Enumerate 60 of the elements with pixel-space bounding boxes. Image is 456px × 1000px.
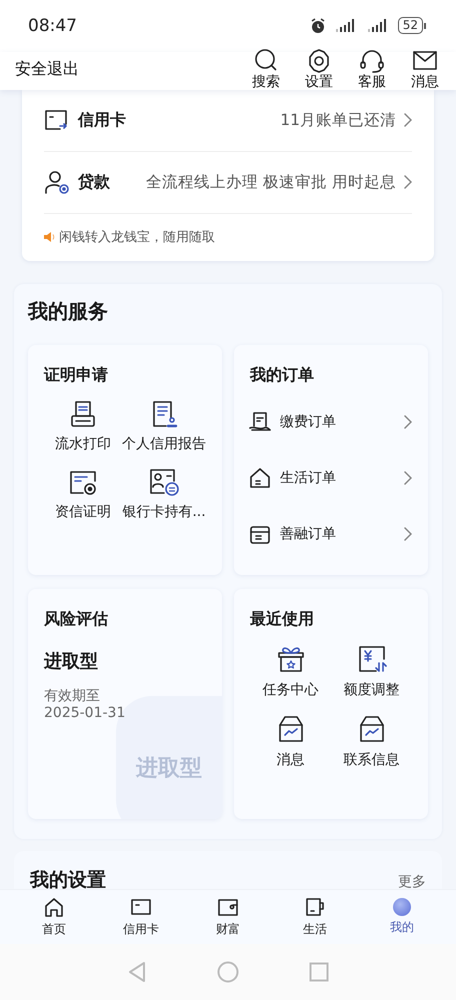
clock-time: 08:47	[28, 16, 77, 36]
chevron-icon	[404, 526, 412, 541]
back-icon[interactable]	[127, 961, 147, 984]
shortcut-button[interactable]: 个人信用报告	[122, 398, 206, 453]
card-title: 证明申请	[44, 364, 109, 386]
chevron-icon	[404, 175, 412, 190]
tip-text: 闲钱转入龙钱宝，随用随取	[59, 229, 215, 246]
header-action-button[interactable]: 设置	[296, 48, 342, 91]
row-title: 信用卡	[78, 110, 126, 131]
row-detail: 全流程线上办理 极速审批 用时起息	[145, 172, 396, 193]
shortcut-button[interactable]: 银行卡持有...	[122, 466, 206, 521]
header-action-button[interactable]: 客服	[349, 48, 395, 91]
order-row[interactable]: 缴费订单	[248, 394, 412, 450]
receipt-icon	[248, 410, 272, 434]
validity-date: 2025-01-31	[44, 704, 126, 721]
tab-button[interactable]: 信用卡	[111, 890, 171, 944]
order-row[interactable]: 善融订单	[248, 506, 412, 562]
badge-text: 进取型	[136, 754, 202, 783]
tab-button[interactable]: 财富	[198, 890, 258, 944]
chevron-icon	[404, 113, 412, 128]
more-link[interactable]: 更多	[398, 870, 426, 889]
avatar-icon	[393, 898, 411, 916]
settings-icon	[306, 48, 332, 74]
chevron-icon	[404, 470, 412, 485]
header-action-button[interactable]: 搜索	[243, 48, 289, 91]
shortcut-button[interactable]: 联系信息	[331, 712, 412, 769]
row-title: 贷款	[78, 172, 110, 193]
card-title: 最近使用	[250, 608, 315, 630]
section-title: 我的服务	[28, 298, 109, 325]
shortcut-button[interactable]: 资信证明	[44, 466, 122, 521]
printer-icon	[68, 398, 98, 429]
tab-button[interactable]: 首页	[24, 890, 84, 944]
tab-button[interactable]: 我的	[372, 890, 432, 944]
chevron-icon	[404, 414, 412, 429]
order-row[interactable]: 生活订单	[248, 450, 412, 506]
logout-link[interactable]: 安全退出	[15, 58, 79, 80]
shortcut-button[interactable]: 额度调整	[331, 642, 412, 699]
tab-button[interactable]: 生活	[285, 890, 345, 944]
card-title: 风险评估	[44, 608, 109, 630]
section-title: 我的设置	[30, 868, 106, 889]
speaker-icon	[44, 232, 55, 242]
shortcut-button[interactable]: 任务中心	[250, 642, 331, 699]
id-card-icon	[148, 466, 180, 497]
card-icon	[44, 108, 70, 132]
card-title: 我的订单	[250, 364, 315, 386]
home-icon	[43, 896, 65, 918]
recents-icon[interactable]	[309, 962, 329, 982]
mug-icon	[304, 896, 326, 918]
person-icon	[44, 169, 70, 196]
row-detail: 11月账单已还清	[279, 110, 396, 131]
shortcut-button[interactable]: 流水打印	[44, 398, 122, 453]
risk-profile: 进取型	[44, 650, 99, 673]
battery-indicator: 52	[398, 17, 426, 34]
validity-label: 有效期至	[44, 686, 101, 705]
header-action-button[interactable]: 消息	[402, 48, 448, 91]
house-icon	[248, 466, 272, 490]
alarm-icon	[310, 18, 326, 34]
shortcut-button[interactable]: 消息	[250, 712, 331, 769]
headset-icon	[359, 48, 385, 74]
home-icon[interactable]	[217, 961, 239, 984]
